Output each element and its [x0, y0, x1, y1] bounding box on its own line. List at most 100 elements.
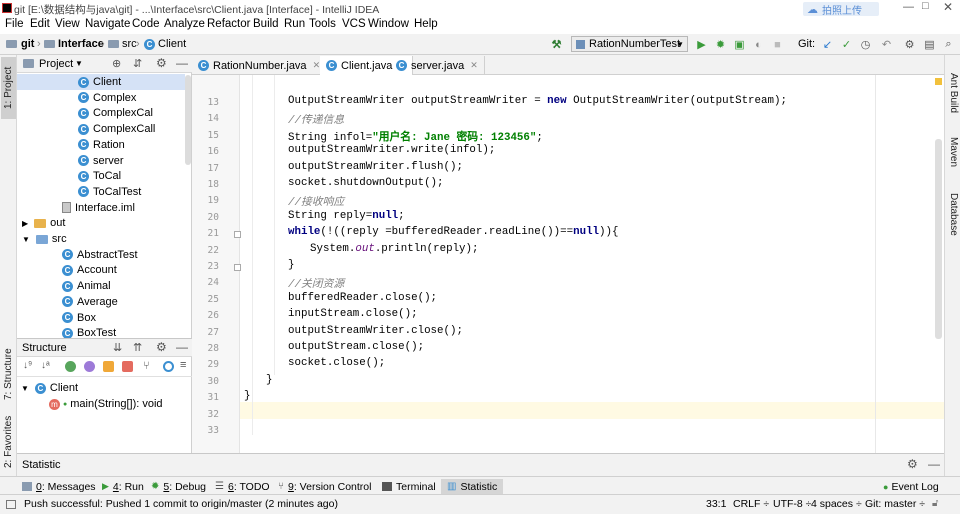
code-line[interactable]: OutputStreamWriter outputStreamWriter = …	[288, 95, 787, 107]
code-line[interactable]: outputStreamWriter.close();	[288, 325, 463, 337]
git-branch[interactable]: Git: master ÷	[865, 498, 925, 510]
build-hammer-icon[interactable]: ⚒	[550, 38, 563, 51]
settings-icon[interactable]: ⚙	[903, 38, 916, 51]
menu-navigate[interactable]: Navigate	[85, 18, 130, 30]
tree-item[interactable]: C BoxTest	[17, 325, 185, 338]
tree-item[interactable]: C ToCalTest	[17, 184, 185, 200]
tree-item[interactable]: ▶ out	[17, 215, 185, 231]
tree-item[interactable]: C ComplexCal	[17, 105, 185, 121]
fold-marker-icon[interactable]	[234, 231, 241, 239]
menu-view[interactable]: View	[55, 18, 80, 30]
close-button[interactable]: ✕	[943, 0, 953, 14]
tab-maven[interactable]: Maven	[946, 127, 960, 177]
menu-file[interactable]: File	[5, 18, 24, 30]
maximize-button[interactable]: □	[922, 0, 929, 12]
vcs-history-icon[interactable]: ◷	[859, 38, 872, 51]
menu-build[interactable]: Build	[253, 18, 279, 30]
tree-item[interactable]: C ToCal	[17, 168, 185, 184]
tab-project[interactable]: 1: Project	[1, 57, 16, 119]
code-line[interactable]: outputStreamWriter.flush();	[288, 161, 463, 173]
scrollbar[interactable]	[185, 75, 191, 165]
code-line[interactable]: inputStream.close();	[288, 308, 418, 320]
tree-item[interactable]: C Average	[17, 294, 185, 310]
code-line[interactable]: //接收响应	[288, 193, 344, 209]
hide-icon[interactable]: —	[928, 457, 940, 471]
line-separator[interactable]: CRLF ÷	[733, 498, 769, 510]
tree-item[interactable]: ▼ src	[17, 231, 185, 247]
chevron-right-icon[interactable]: ▶	[22, 219, 28, 228]
menu-run[interactable]: Run	[284, 18, 305, 30]
code-line[interactable]: outputStreamWriter.write(infol);	[288, 144, 495, 156]
run-icon[interactable]: ▶	[695, 38, 708, 51]
collapse-icon[interactable]: ⇈	[133, 341, 142, 354]
tab-version-control[interactable]: ⑂ 9: Version Control	[278, 479, 371, 494]
gear-icon[interactable]: ⚙	[156, 340, 167, 354]
profile-icon[interactable]: ◐	[752, 38, 765, 51]
tab-terminal[interactable]: Terminal	[382, 479, 436, 494]
code-line[interactable]: System.out.println(reply);	[310, 243, 478, 255]
event-log-button[interactable]: ● Event Log	[883, 479, 939, 494]
search-icon[interactable]: ⌕	[942, 38, 955, 51]
code-line[interactable]: //关闭资源	[288, 275, 344, 291]
warning-marker[interactable]	[935, 78, 942, 85]
tree-item[interactable]: C Complex	[17, 90, 185, 106]
code-line[interactable]: }	[288, 259, 294, 271]
menu-refactor[interactable]: Refactor	[207, 18, 250, 30]
menu-tools[interactable]: Tools	[309, 18, 336, 30]
code-line[interactable]: outputStream.close();	[288, 341, 424, 353]
tab-database[interactable]: Database	[946, 183, 960, 245]
tab-favorites[interactable]: 2: Favorites	[1, 411, 16, 473]
code-line[interactable]: String infol="用户名: Jane 密码: 123456";	[288, 128, 543, 144]
vcs-update-icon[interactable]: ↙	[821, 38, 834, 51]
structure-item-method[interactable]: m ● main(String[]): void	[49, 396, 163, 412]
tree-item[interactable]: Interface.iml	[17, 200, 185, 216]
file-encoding[interactable]: UTF-8 ÷	[773, 498, 811, 510]
tree-item[interactable]: C Client	[17, 74, 185, 90]
expand-icon[interactable]: ⇊	[113, 341, 122, 354]
fields-icon[interactable]	[103, 361, 114, 372]
menu-edit[interactable]: Edit	[30, 18, 50, 30]
stop-icon[interactable]: ■	[771, 38, 784, 51]
code-line[interactable]: while(!((reply =bufferedReader.readLine(…	[288, 226, 618, 238]
more-icon[interactable]: ≡	[180, 359, 186, 371]
breadcrumb-client[interactable]: Client	[158, 38, 186, 50]
tree-item[interactable]: Cserver	[17, 153, 185, 169]
tab-todo[interactable]: ☰ 6: TODO	[215, 479, 270, 494]
minimize-button[interactable]: —	[903, 1, 914, 13]
tree-item[interactable]: C ComplexCall	[17, 121, 185, 137]
fold-marker-icon[interactable]	[234, 264, 241, 271]
tree-item[interactable]: C AbstractTest	[17, 247, 185, 263]
tree-item[interactable]: C Ration	[17, 137, 185, 153]
properties-icon[interactable]	[84, 361, 95, 372]
tree-item[interactable]: C Animal	[17, 278, 185, 294]
coverage-icon[interactable]: ▣	[733, 38, 746, 51]
tab-ant-build[interactable]: Ant Build	[946, 63, 960, 123]
indent-setting[interactable]: 4 spaces ÷	[811, 498, 862, 510]
tab-structure[interactable]: 7: Structure	[1, 337, 16, 411]
breadcrumb-git[interactable]: git	[21, 38, 34, 50]
run-config-select[interactable]: RationNumberTest ▼	[571, 36, 688, 52]
code-line[interactable]: socket.shutdownOutput();	[288, 177, 444, 189]
menu-analyze[interactable]: Analyze	[164, 18, 205, 30]
caret-position[interactable]: 33:1	[706, 498, 726, 510]
inherited-icon[interactable]	[65, 361, 76, 372]
code-line[interactable]: //传递信息	[288, 111, 344, 127]
breadcrumb-src[interactable]: src	[122, 38, 137, 50]
breadcrumb-interface[interactable]: Interface	[58, 38, 104, 50]
lock-icon[interactable]: 🔓︎	[932, 498, 938, 509]
code-line[interactable]: }	[244, 390, 250, 402]
code-line[interactable]: String reply=null;	[288, 210, 405, 222]
tab-debug[interactable]: ✹ 5: Debug	[151, 479, 206, 494]
autoscroll-icon[interactable]	[163, 361, 174, 372]
hide-icon[interactable]: —	[176, 340, 188, 354]
scrollbar[interactable]	[935, 139, 942, 339]
status-toggle-icon[interactable]	[6, 500, 16, 509]
menu-help[interactable]: Help	[414, 18, 438, 30]
code-line[interactable]: bufferedReader.close();	[288, 292, 437, 304]
tree-item[interactable]: C Account	[17, 262, 185, 278]
chevron-down-icon[interactable]: ▼	[22, 235, 30, 244]
code-area[interactable]: OutputStreamWriter outputStreamWriter = …	[192, 55, 944, 453]
status-message[interactable]: Push successful: Pushed 1 commit to orig…	[24, 498, 338, 510]
debug-icon[interactable]: ✹	[714, 38, 727, 51]
tab-messages[interactable]: 0: Messages	[22, 479, 96, 494]
